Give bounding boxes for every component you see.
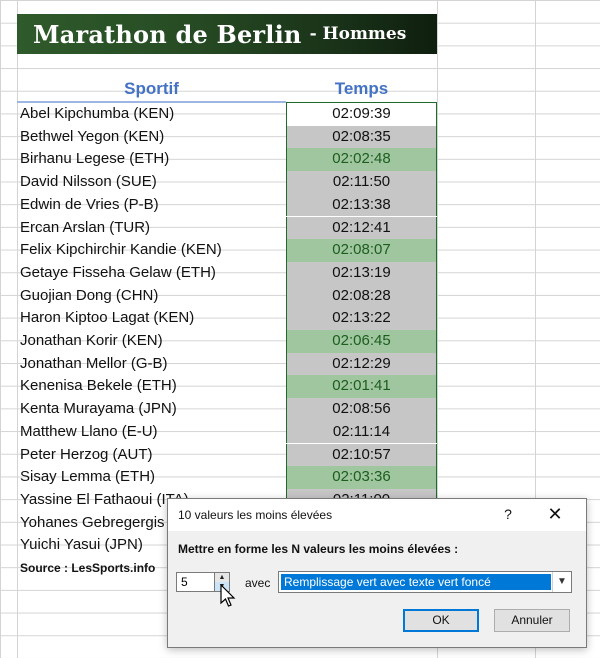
time-cell[interactable]: 02:10:57: [286, 443, 437, 467]
dialog-prompt: Mettre en forme les N valeurs les moins …: [178, 542, 459, 556]
athlete-name-cell[interactable]: Matthew Llano (E-U): [20, 421, 158, 444]
banner-subtitle: - Hommes: [309, 24, 407, 44]
time-cell[interactable]: 02:06:45: [286, 330, 437, 353]
athlete-name-cell[interactable]: Kenenisa Bekele (ETH): [20, 375, 177, 398]
time-cell[interactable]: 02:09:39: [286, 103, 437, 126]
table-row: Jonathan Korir (KEN) 02:06:45: [17, 330, 437, 353]
table-row: Getaye Fisseha Gelaw (ETH) 02:13:19: [17, 261, 437, 285]
table-row: Jonathan Mellor (G-B) 02:12:29: [17, 352, 437, 376]
time-cell[interactable]: 02:08:28: [286, 284, 437, 308]
athlete-name-cell[interactable]: Birhanu Legese (ETH): [20, 148, 169, 171]
time-cell[interactable]: 02:02:48: [286, 148, 437, 172]
table-row: Abel Kipchumba (KEN) 02:09:39: [17, 103, 437, 126]
table-row: Bethwel Yegon (KEN) 02:08:35: [17, 125, 437, 149]
time-cell[interactable]: 02:01:41: [286, 375, 437, 399]
time-cell[interactable]: 02:11:14: [286, 420, 437, 444]
conditional-format-dialog: 10 valeurs les moins élevées ? ✕ Mettre …: [167, 498, 587, 648]
ok-button[interactable]: OK: [403, 609, 479, 632]
athlete-name-cell[interactable]: Guojian Dong (CHN): [20, 285, 158, 308]
dialog-title: 10 valeurs les moins élevées: [178, 508, 333, 522]
time-cell[interactable]: 02:12:41: [286, 216, 437, 240]
format-select-value: Remplissage vert avec texte vert foncé: [281, 574, 551, 590]
athlete-name-cell[interactable]: Sisay Lemma (ETH): [20, 466, 155, 489]
athlete-name-cell[interactable]: Yuichi Yasui (JPN): [20, 534, 143, 557]
mouse-pointer-icon: [220, 584, 236, 607]
table-row: Haron Kiptoo Lagat (KEN) 02:13:22: [17, 307, 437, 330]
athlete-name-cell[interactable]: Bethwel Yegon (KEN): [20, 126, 164, 149]
athlete-name-cell[interactable]: Felix Kipchirchir Kandie (KEN): [20, 239, 222, 262]
time-cell[interactable]: 02:11:50: [286, 171, 437, 194]
table-row: Kenenisa Bekele (ETH) 02:01:41: [17, 375, 437, 399]
athlete-name-cell[interactable]: Jonathan Mellor (G-B): [20, 353, 168, 376]
time-cell[interactable]: 02:13:19: [286, 261, 437, 285]
athlete-name-cell[interactable]: Ercan Arslan (TUR): [20, 217, 150, 240]
source-note: Source : LesSports.info: [20, 561, 156, 575]
athlete-name-cell[interactable]: Yassine El Fathaoui (ITA): [20, 489, 189, 512]
title-banner: Marathon de Berlin - Hommes: [17, 14, 437, 54]
avec-label: avec: [245, 576, 271, 590]
format-select[interactable]: Remplissage vert avec texte vert foncé ▼: [278, 571, 572, 593]
table-row: Birhanu Legese (ETH) 02:02:48: [17, 148, 437, 172]
athlete-name-cell[interactable]: Abel Kipchumba (KEN): [20, 103, 174, 126]
column-header-sportif[interactable]: Sportif: [17, 78, 286, 102]
dialog-titlebar[interactable]: 10 valeurs les moins élevées ? ✕: [168, 499, 586, 531]
time-cell[interactable]: 02:08:07: [286, 239, 437, 262]
column-header-temps[interactable]: Temps: [286, 78, 437, 102]
close-button[interactable]: ✕: [544, 504, 566, 524]
athlete-name-cell[interactable]: Kenta Murayama (JPN): [20, 398, 177, 421]
cancel-button[interactable]: Annuler: [494, 609, 570, 632]
chevron-down-icon[interactable]: ▼: [552, 572, 571, 592]
time-cell[interactable]: 02:03:36: [286, 466, 437, 489]
athlete-name-cell[interactable]: Haron Kiptoo Lagat (KEN): [20, 307, 194, 330]
table-row: Matthew Llano (E-U) 02:11:14: [17, 420, 437, 444]
athlete-name-cell[interactable]: David Nilsson (SUE): [20, 171, 157, 194]
table-row: Edwin de Vries (P-B) 02:13:38: [17, 193, 437, 217]
time-cell[interactable]: 02:12:29: [286, 352, 437, 376]
athlete-name-cell[interactable]: Jonathan Korir (KEN): [20, 330, 163, 353]
time-cell[interactable]: 02:13:22: [286, 307, 437, 330]
time-cell[interactable]: 02:08:56: [286, 398, 437, 421]
banner-title: Marathon de Berlin: [33, 19, 302, 49]
table-row: Kenta Murayama (JPN) 02:08:56: [17, 398, 437, 421]
table-row: Sisay Lemma (ETH) 02:03:36: [17, 466, 437, 489]
table-row: Guojian Dong (CHN) 02:08:28: [17, 284, 437, 308]
table-row: Felix Kipchirchir Kandie (KEN) 02:08:07: [17, 239, 437, 262]
athlete-name-cell[interactable]: Getaye Fisseha Gelaw (ETH): [20, 262, 216, 285]
athlete-name-cell[interactable]: Peter Herzog (AUT): [20, 444, 153, 467]
time-cell[interactable]: 02:08:35: [286, 125, 437, 149]
athlete-name-cell[interactable]: Yohanes Gebregergis: [20, 512, 165, 535]
table-row: Peter Herzog (AUT) 02:10:57: [17, 443, 437, 467]
help-button[interactable]: ?: [498, 504, 518, 524]
time-cell[interactable]: 02:13:38: [286, 193, 437, 217]
table-row: Ercan Arslan (TUR) 02:12:41: [17, 216, 437, 240]
athlete-name-cell[interactable]: Edwin de Vries (P-B): [20, 194, 159, 217]
table-row: David Nilsson (SUE) 02:11:50: [17, 171, 437, 194]
